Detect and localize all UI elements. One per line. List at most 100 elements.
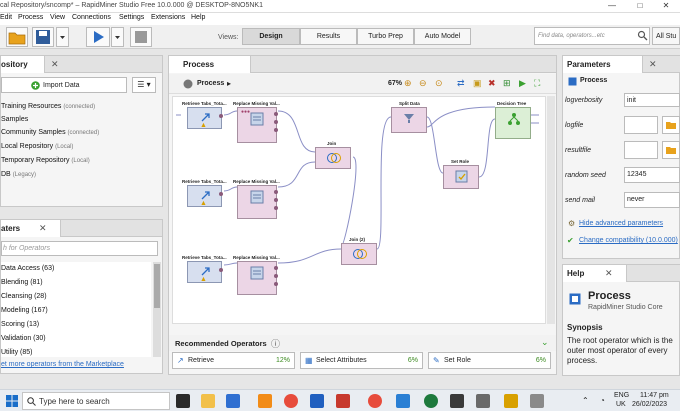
taskbar-search-input[interactable]: Type here to search xyxy=(22,392,170,410)
word-icon[interactable] xyxy=(310,394,324,408)
zoom-in-icon[interactable]: ⊕ xyxy=(404,78,412,89)
operator-group[interactable]: Utility (85) xyxy=(1,349,33,356)
menu-edit[interactable]: Edit xyxy=(0,14,12,21)
auto-wire-icon[interactable]: ⇄ xyxy=(457,78,465,89)
powerpoint-icon[interactable] xyxy=(336,394,350,408)
app-icon[interactable] xyxy=(530,394,544,408)
operator-retrieve-1[interactable]: ▲ xyxy=(187,107,223,129)
send-mail-select[interactable]: never xyxy=(624,192,680,208)
resultfile-input[interactable] xyxy=(624,141,658,159)
operator-retrieve-2[interactable]: ▲ xyxy=(187,185,223,207)
view-tab-auto-model[interactable]: Auto Model xyxy=(414,28,471,45)
operator-scrollbar[interactable] xyxy=(153,262,161,357)
wifi-icon[interactable]: ◔ xyxy=(600,396,605,405)
zoom-fit-icon[interactable]: ⊙ xyxy=(435,78,443,89)
hide-advanced-link[interactable]: Hide advanced parameters xyxy=(579,220,663,227)
marketplace-link[interactable]: et more operators from the Marketplace xyxy=(1,361,124,368)
operator-group[interactable]: Cleansing (28) xyxy=(1,293,47,300)
close-icon[interactable]: ✕ xyxy=(605,268,613,279)
clock-time[interactable]: 11:47 pm xyxy=(640,392,669,399)
collapse-icon[interactable]: ⌄ xyxy=(541,337,549,348)
menu-connections[interactable]: Connections xyxy=(72,14,111,21)
import-data-button[interactable]: Import Data xyxy=(1,77,127,93)
operator-group[interactable]: Validation (30) xyxy=(1,335,46,342)
chrome-alt-icon[interactable] xyxy=(424,394,438,408)
windows-start-icon[interactable] xyxy=(6,395,18,407)
layout-icon[interactable]: ⊞ xyxy=(503,78,511,89)
tab-help[interactable]: Help xyxy=(563,265,627,282)
zoom-out-icon[interactable]: ⊖ xyxy=(419,78,427,89)
resultfile-browse-button[interactable] xyxy=(662,141,680,159)
canvas-scrollbar[interactable] xyxy=(547,96,555,324)
compatibility-link[interactable]: Change compatibility (10.0.000) xyxy=(579,237,678,244)
repo-item-samples[interactable]: Samples xyxy=(1,116,28,123)
process-canvas[interactable]: Retrieve Tabs_Tota... ▲ Replace Missing … xyxy=(172,96,546,324)
repo-item-local[interactable]: Local Repository (Local) xyxy=(1,143,73,150)
tab-repository[interactable]: ository xyxy=(1,56,45,73)
task-view-icon[interactable] xyxy=(176,394,190,408)
close-icon[interactable]: ✕ xyxy=(51,59,59,70)
operator-group[interactable]: Modeling (167) xyxy=(1,307,48,314)
chrome-icon[interactable] xyxy=(284,394,298,408)
file-explorer-icon[interactable] xyxy=(201,394,215,408)
repo-item-community[interactable]: Community Samples (connected) xyxy=(1,129,99,136)
random-seed-input[interactable]: 12345 xyxy=(624,167,680,183)
tray-chevron-icon[interactable]: ⌃ xyxy=(582,396,589,405)
edge-icon[interactable] xyxy=(396,394,410,408)
close-icon[interactable]: ✕ xyxy=(39,223,47,234)
operator-replace-missing-1[interactable]: ●●● xyxy=(237,107,278,143)
search-scope-select[interactable]: All Stu xyxy=(652,27,680,45)
global-search-input[interactable]: Find data, operators...etc xyxy=(534,27,650,45)
menu-view[interactable]: View xyxy=(50,14,65,21)
process-breadcrumb[interactable]: Process xyxy=(197,80,224,87)
repo-item-db[interactable]: DB (Legacy) xyxy=(1,171,36,178)
logfile-input[interactable] xyxy=(624,116,658,134)
menu-help[interactable]: Help xyxy=(191,14,205,21)
operator-retrieve-3[interactable]: ▲ xyxy=(187,261,223,283)
stop-button[interactable] xyxy=(130,27,152,47)
clock-date[interactable]: 26/02/2023 xyxy=(632,401,667,408)
operator-split-data[interactable] xyxy=(391,107,427,133)
repo-item-temporary[interactable]: Temporary Repository (Local) xyxy=(1,157,90,164)
save-dropdown[interactable] xyxy=(56,27,69,47)
language-indicator[interactable]: ENG xyxy=(614,392,629,399)
recommended-retrieve[interactable]: ↗ Retrieve 12% xyxy=(172,352,295,369)
run-dropdown[interactable] xyxy=(111,27,124,47)
fit-screen-icon[interactable]: ⛶ xyxy=(534,78,540,89)
recommended-set-role[interactable]: ✎ Set Role 6% xyxy=(428,352,551,369)
operator-replace-missing-3[interactable] xyxy=(237,261,278,295)
vlc-icon[interactable] xyxy=(258,394,272,408)
operator-replace-missing-2[interactable] xyxy=(237,185,278,219)
run-button[interactable] xyxy=(86,27,110,47)
close-button[interactable]: ✕ xyxy=(654,0,678,13)
logverbosity-select[interactable]: init xyxy=(624,93,680,107)
recommended-select-attributes[interactable]: ▦ Select Attributes 6% xyxy=(300,352,423,369)
view-tab-results[interactable]: Results xyxy=(300,28,357,45)
operator-join-2[interactable] xyxy=(341,243,377,265)
logfile-browse-button[interactable] xyxy=(662,116,680,134)
minimize-button[interactable]: — xyxy=(600,0,624,13)
app-icon[interactable] xyxy=(476,394,490,408)
operator-group[interactable]: Scoring (13) xyxy=(1,321,39,328)
menu-extensions[interactable]: Extensions xyxy=(151,14,185,21)
menu-process[interactable]: Process xyxy=(18,14,43,21)
tab-process[interactable]: Process xyxy=(169,56,251,73)
close-icon[interactable]: ✕ xyxy=(649,59,657,70)
operator-join[interactable] xyxy=(315,147,351,169)
run-process-icon[interactable]: ▶ xyxy=(519,78,526,89)
store-icon[interactable] xyxy=(226,394,240,408)
view-tab-design[interactable]: Design xyxy=(242,28,300,45)
tab-parameters[interactable]: Parameters xyxy=(563,56,643,73)
search-icon[interactable] xyxy=(637,30,648,43)
operator-group[interactable]: Data Access (63) xyxy=(1,265,54,272)
view-tab-turbo-prep[interactable]: Turbo Prep xyxy=(357,28,414,45)
open-button[interactable] xyxy=(6,27,28,47)
repository-menu-button[interactable]: ☰ ▾ xyxy=(132,77,156,93)
note-icon[interactable]: ▣ xyxy=(473,78,482,89)
app-icon[interactable] xyxy=(450,394,464,408)
repo-item-training[interactable]: Training Resources (connected) xyxy=(1,103,95,110)
delete-icon[interactable]: ✖ xyxy=(488,78,496,89)
operator-group[interactable]: Blending (81) xyxy=(1,279,43,286)
operator-set-role[interactable] xyxy=(443,165,479,189)
rapidminer-icon[interactable] xyxy=(504,394,518,408)
